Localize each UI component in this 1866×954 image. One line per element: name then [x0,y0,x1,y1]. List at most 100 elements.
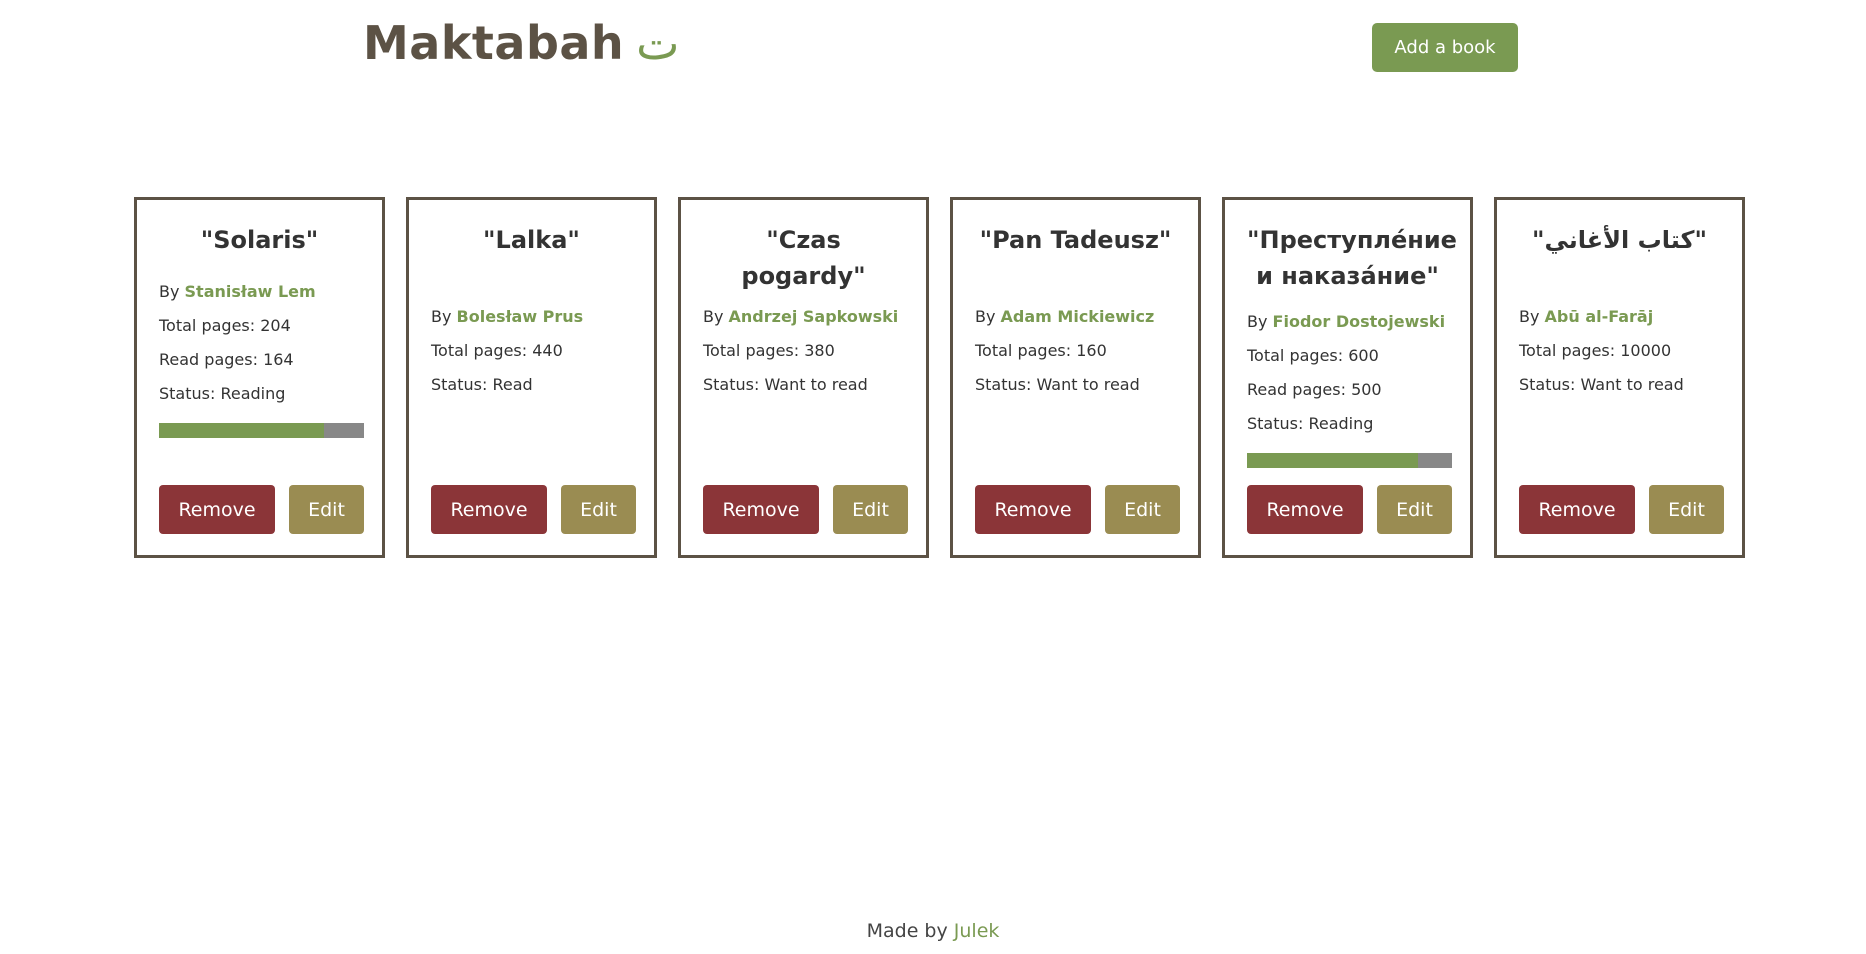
book-title: "Pan Tadeusz" [979,226,1172,254]
book-meta: By Fiodor Dostojewski Total pages: 600 Rea… [1247,305,1452,468]
book-total-pages-value: 440 [532,341,563,360]
remove-button[interactable]: Remove [975,485,1091,534]
book-author-label: By [975,307,1001,326]
add-book-button[interactable]: Add a book [1372,23,1518,72]
footer-author-link[interactable]: Julek [954,920,1000,942]
book-status-value: Reading [1308,414,1374,433]
book-read-pages-label: Read pages: [159,350,264,369]
book-status-value: Want to read [764,375,868,394]
logo-text: Maktabah [363,16,625,70]
book-title: "Czas pogardy" [741,226,866,290]
book-title: "كتاب الأغاني" [1531,226,1708,254]
book-read-pages: Read pages: 500 [1247,373,1448,407]
reading-progress-fill [159,423,324,438]
book-status-label: Status: [1247,414,1309,433]
edit-button[interactable]: Edit [1105,485,1180,534]
book-list: "Solaris" By Stanisław Lem Total pages: 20… [134,197,1745,558]
edit-button[interactable]: Edit [561,485,636,534]
book-total-pages-value: 160 [1076,341,1107,360]
book-total-pages: Total pages: 440 [431,334,632,368]
book-status-value: Want to read [1036,375,1140,394]
book-total-pages: Total pages: 204 [159,309,360,343]
book-total-pages-label: Total pages: [703,341,805,360]
footer-prefix: Made by [866,920,954,942]
remove-button[interactable]: Remove [1519,485,1635,534]
book-author: By Adam Mickiewicz [975,300,1176,334]
book-card: "Lalka" By Bolesław Prus Total pages: 440 S… [406,197,657,558]
remove-button[interactable]: Remove [1247,485,1363,534]
book-author-label: By [431,307,457,326]
book-actions: Remove Edit [703,485,908,534]
book-author-name: Stanisław Lem [184,282,316,301]
book-author-name: Fiodor Dostojewski [1272,312,1446,331]
book-status: Status: Want to read [975,368,1176,402]
edit-button[interactable]: Edit [1377,485,1452,534]
book-card: "Pan Tadeusz" By Adam Mickiewicz Total pag… [950,197,1201,558]
book-total-pages-value: 204 [260,316,291,335]
book-total-pages-value: 600 [1348,346,1379,365]
header: Maktabah ت Add a book [0,0,1866,96]
book-total-pages: Total pages: 600 [1247,339,1448,373]
logo-glyph: ت [636,16,680,70]
book-author-label: By [159,282,185,301]
book-author: By Andrzej Sapkowski [703,300,904,334]
footer: Made by Julek [0,920,1866,942]
book-status-label: Status: [1519,375,1581,394]
book-actions: Remove Edit [431,485,636,534]
edit-button[interactable]: Edit [289,485,364,534]
book-status: Status: Want to read [703,368,904,402]
book-meta: By Stanisław Lem Total pages: 204 Read pag… [159,275,364,438]
reading-progress-fill [1247,453,1418,468]
book-status-value: Read [492,375,533,394]
book-total-pages-label: Total pages: [159,316,261,335]
edit-button[interactable]: Edit [1649,485,1724,534]
book-meta: By Bolesław Prus Total pages: 440 Status: … [431,300,632,402]
book-total-pages-value: 10000 [1620,341,1672,360]
book-author-name: Abū al-Farāj [1544,307,1654,326]
book-card: "Solaris" By Stanisław Lem Total pages: 20… [134,197,385,558]
book-read-pages-label: Read pages: [1247,380,1352,399]
book-actions: Remove Edit [1519,485,1724,534]
book-status-label: Status: [975,375,1037,394]
book-total-pages: Total pages: 380 [703,334,904,368]
book-read-pages-value: 500 [1351,380,1382,399]
book-actions: Remove Edit [159,485,364,534]
book-total-pages-label: Total pages: [1519,341,1621,360]
book-author: By Stanisław Lem [159,275,360,309]
book-status: Status: Reading [159,377,360,411]
book-actions: Remove Edit [975,485,1180,534]
edit-button[interactable]: Edit [833,485,908,534]
book-author-name: Bolesław Prus [456,307,584,326]
book-status: Status: Read [431,368,632,402]
book-status-value: Want to read [1580,375,1684,394]
book-card: "كتاب الأغاني" By Abū al-Farāj Total pages… [1494,197,1745,558]
reading-progress-bar [1247,453,1452,468]
book-total-pages: Total pages: 10000 [1519,334,1720,368]
book-status: Status: Want to read [1519,368,1720,402]
book-author-label: By [703,307,729,326]
logo: Maktabah ت [363,16,679,70]
book-card: "Преступлéние и наказáние" By Fiodor Dost… [1222,197,1473,558]
book-author: By Bolesław Prus [431,300,632,334]
book-status-value: Reading [220,384,286,403]
book-status: Status: Reading [1247,407,1448,441]
remove-button[interactable]: Remove [159,485,275,534]
book-meta: By Adam Mickiewicz Total pages: 160 Status… [975,300,1176,402]
book-author-name: Adam Mickiewicz [1000,307,1155,326]
book-meta: By Andrzej Sapkowski Total pages: 380 Stat… [703,300,904,402]
book-status-label: Status: [703,375,765,394]
book-title: "Lalka" [483,226,580,254]
remove-button[interactable]: Remove [431,485,547,534]
book-total-pages-value: 380 [804,341,835,360]
book-author: By Fiodor Dostojewski [1247,305,1448,339]
book-author-name: Andrzej Sapkowski [728,307,899,326]
book-title: "Преступлéние и наказáние" [1247,226,1457,290]
book-actions: Remove Edit [1247,485,1452,534]
book-read-pages-value: 164 [263,350,294,369]
book-author: By Abū al-Farāj [1519,300,1720,334]
book-status-label: Status: [159,384,221,403]
remove-button[interactable]: Remove [703,485,819,534]
book-total-pages-label: Total pages: [431,341,533,360]
book-total-pages-label: Total pages: [1247,346,1349,365]
book-meta: By Abū al-Farāj Total pages: 10000 Status:… [1519,300,1720,402]
